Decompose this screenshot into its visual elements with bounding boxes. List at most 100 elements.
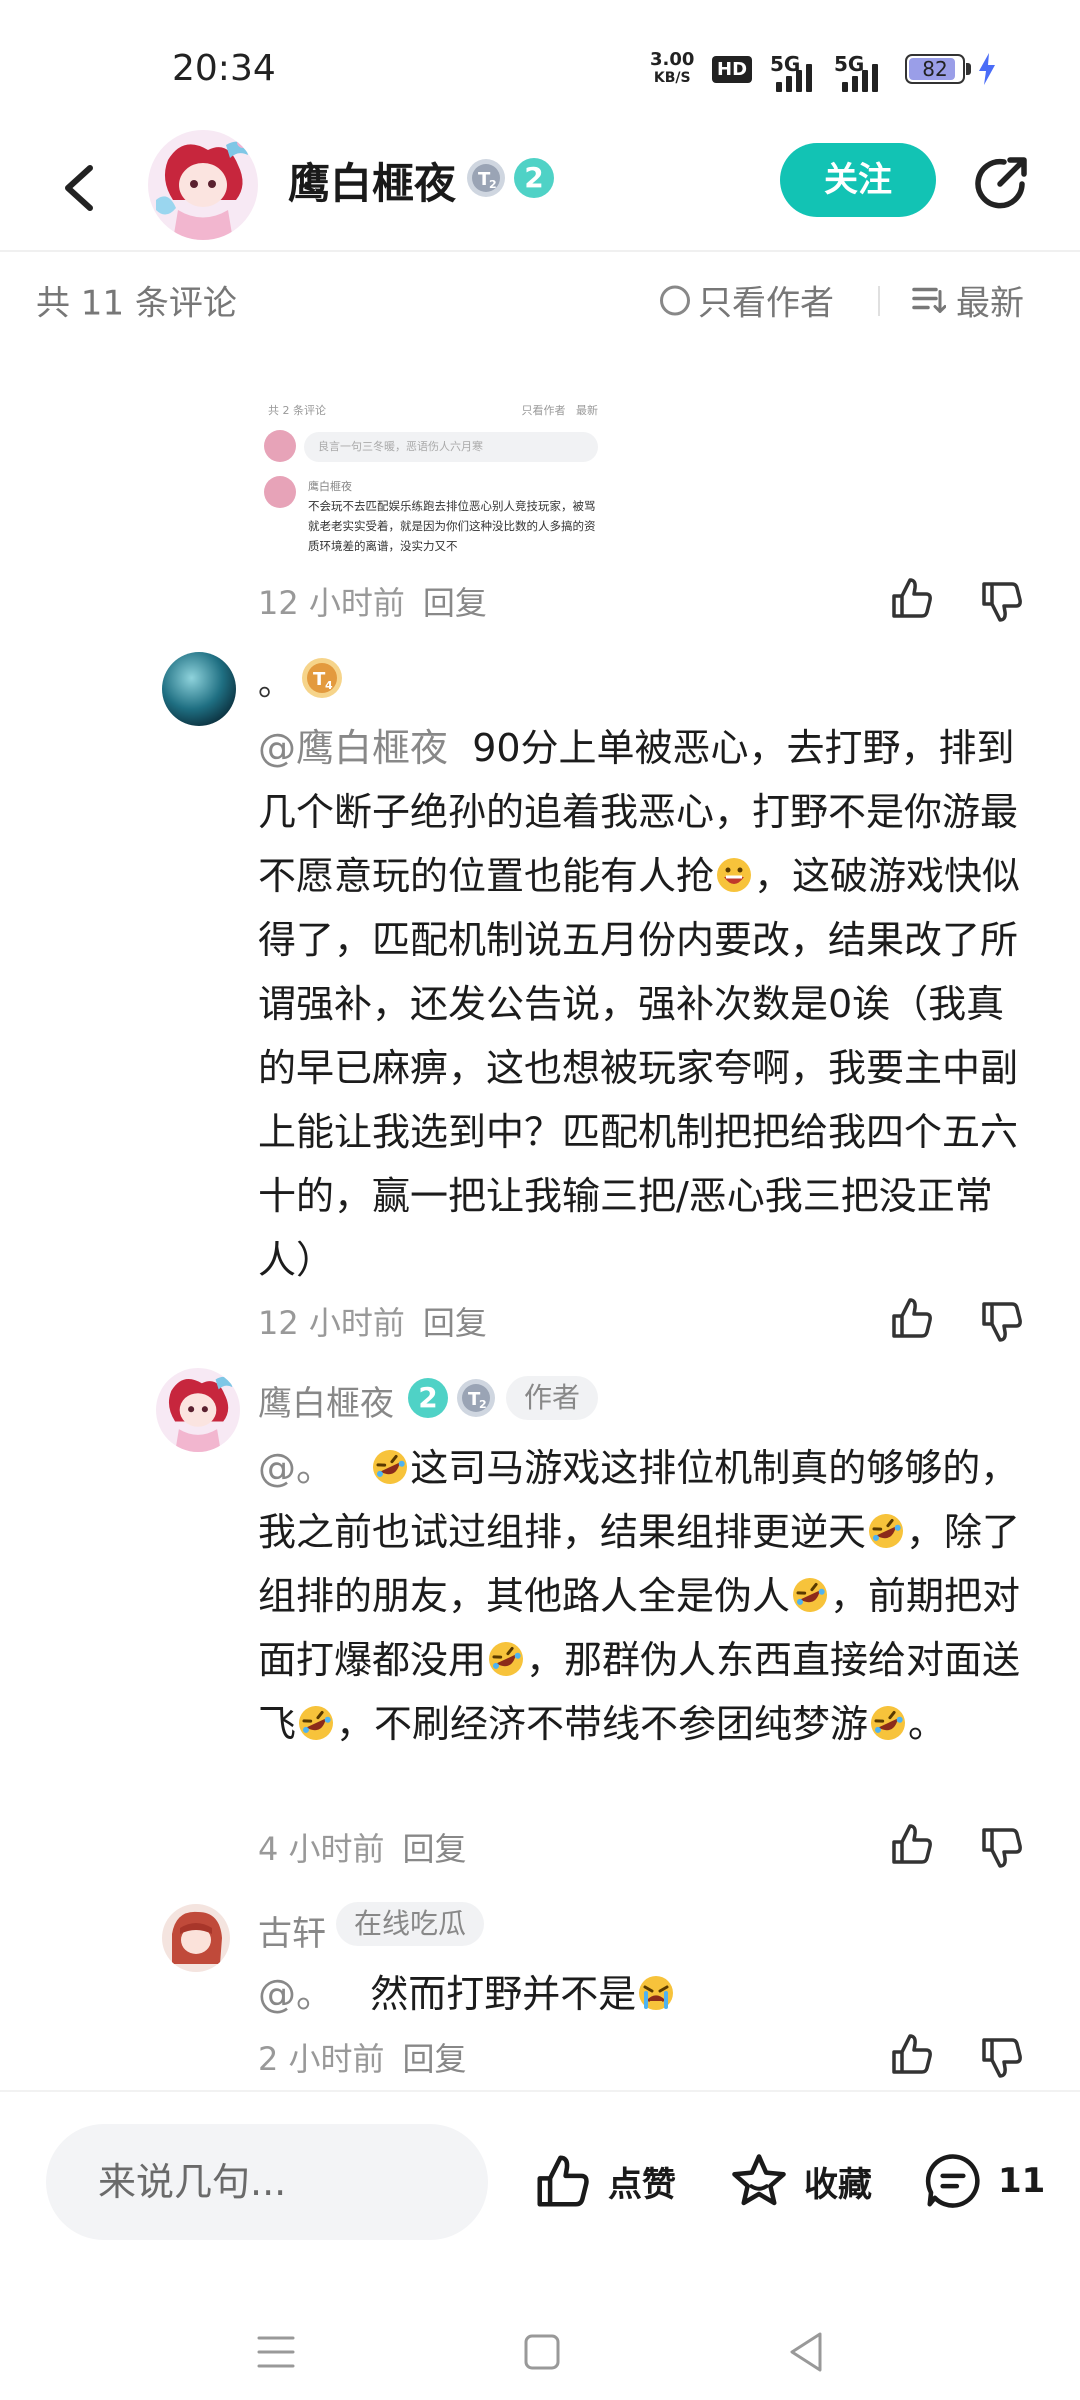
- rofl-emoji-icon: [489, 1642, 524, 1676]
- hd-icon: HD: [712, 56, 753, 83]
- reply-button[interactable]: 回复: [423, 1304, 487, 1342]
- comment-time: 12 小时前: [258, 584, 405, 622]
- comment-count: 共 11 条评论: [36, 283, 237, 324]
- thumb-up-icon[interactable]: [888, 1820, 936, 1868]
- commenter-avatar[interactable]: [162, 652, 236, 726]
- thumb-only-author: 只看作者: [521, 404, 566, 417]
- commenter-avatar[interactable]: [162, 1904, 230, 1972]
- thumb-header: 共 2 条评论 只看作者 最新: [268, 402, 598, 418]
- like-label: 点赞: [608, 2164, 676, 2205]
- comment-text-part2: ，这破游戏快似得了，匹配机制说五月份内要改，结果改了所谓强补，还发公告说，强补次…: [258, 854, 1021, 1282]
- user-tag: 在线吃瓜: [336, 1902, 485, 1946]
- only-author-toggle[interactable]: 只看作者: [660, 276, 834, 325]
- page-header: 鹰白榧夜 T 2 2 关注: [0, 130, 1080, 252]
- thumb-count: 共 2 条评论: [268, 404, 326, 417]
- mention[interactable]: @。: [258, 1972, 334, 2016]
- comment-meta: 12 小时前 回复: [258, 578, 505, 624]
- signal-icon-2: [842, 62, 878, 92]
- follow-button[interactable]: 关注: [780, 143, 936, 217]
- svg-text:2: 2: [489, 178, 497, 191]
- battery-level: 82: [922, 57, 948, 81]
- reply-button[interactable]: 回复: [423, 584, 487, 622]
- rofl-emoji-icon: [299, 1706, 334, 1740]
- thumb-down-icon[interactable]: [978, 2034, 1026, 2082]
- commenter-avatar[interactable]: [156, 1368, 240, 1452]
- crying-emoji-icon: [639, 1976, 674, 2010]
- thumb-sort: 最新: [576, 404, 598, 417]
- grin-emoji-icon: [717, 858, 752, 892]
- net-speed: 3.00 KB/S: [650, 50, 694, 88]
- level-t2-badge-icon: T 2: [457, 1379, 495, 1417]
- comment-time: 4 小时前: [258, 1830, 385, 1868]
- favorite-label: 收藏: [804, 2164, 872, 2205]
- system-nav-bar: [0, 2300, 1080, 2400]
- only-author-label: 只看作者: [698, 283, 834, 324]
- sort-label: 最新: [956, 283, 1024, 324]
- thumb-avatar-2: [264, 476, 296, 508]
- menu-icon[interactable]: [256, 2334, 296, 2370]
- charging-icon: [979, 53, 995, 85]
- comment-filter-bar: 共 11 条评论 只看作者 最新: [0, 250, 1080, 350]
- comment-meta: 2 小时前 回复: [258, 2034, 485, 2080]
- star-icon: [732, 2154, 786, 2206]
- share-icon[interactable]: [970, 150, 1034, 214]
- comment-count-badge: 11: [998, 2161, 1046, 2201]
- commenter-name: 古轩: [258, 1914, 326, 1954]
- thumb-text: 不会玩不去匹配娱乐练跑去排位恶心别人竞技玩家，被骂就老老实实受着，就是因为你们这…: [308, 499, 596, 553]
- signal-icon: [776, 62, 812, 92]
- commenter-name: 鹰白榧夜: [258, 1384, 394, 1424]
- battery-icon: 82: [905, 54, 965, 84]
- thumb-down-icon[interactable]: [978, 578, 1026, 626]
- comment-text-part5: ，不刷经济不带线不参团纯梦游: [336, 1702, 869, 1746]
- back-triangle-icon[interactable]: [786, 2330, 826, 2374]
- svg-text:2: 2: [479, 1398, 487, 1411]
- comments-button[interactable]: 11: [920, 2150, 1045, 2212]
- svg-text:4: 4: [325, 679, 333, 692]
- thumb-up-icon: [537, 2155, 589, 2207]
- sort-icon: [912, 287, 946, 313]
- thumb-input: 良言一句三冬暖，恶语伤人六月寒: [304, 432, 598, 462]
- bottom-action-bar: 来说几句... 点赞 收藏 11: [0, 2090, 1080, 2272]
- thumb-name: 鹰白榧夜: [308, 480, 352, 493]
- like-button[interactable]: 点赞: [530, 2150, 676, 2212]
- level-t2-badge-icon: T 2: [467, 159, 505, 197]
- battery-tip: [966, 63, 971, 75]
- author-avatar[interactable]: [148, 130, 258, 240]
- comment-meta: 4 小时前 回复: [258, 1824, 485, 1870]
- mention[interactable]: @鹰白榧夜: [258, 726, 448, 770]
- rofl-emoji-icon: [373, 1450, 408, 1484]
- thumb-avatar: [264, 430, 296, 462]
- back-icon[interactable]: [50, 148, 110, 228]
- comment-text: @鹰白榧夜 90分上单被恶心，去打野，排到几个断子绝孙的追着我恶心，打野不是你游…: [258, 716, 1028, 1292]
- mention[interactable]: @。: [258, 1446, 334, 1490]
- comment-text: @。 然而打野并不是: [258, 1962, 1028, 2026]
- thumb-up-icon[interactable]: [888, 1294, 936, 1342]
- comment-input[interactable]: 来说几句...: [46, 2124, 488, 2240]
- comment-icon: [925, 2154, 980, 2208]
- net-speed-unit: KB/S: [653, 70, 691, 86]
- thumb-down-icon[interactable]: [978, 1824, 1026, 1872]
- reply-button[interactable]: 回复: [403, 2040, 467, 2078]
- net-speed-value: 3.00: [650, 49, 695, 70]
- comment-image[interactable]: 共 2 条评论 只看作者 最新 良言一句三冬暖，恶语伤人六月寒 鹰白榧夜 不会玩…: [258, 392, 608, 562]
- reply-button[interactable]: 回复: [403, 1830, 467, 1868]
- favorite-button[interactable]: 收藏: [726, 2150, 872, 2212]
- home-icon[interactable]: [522, 2332, 562, 2372]
- thumb-down-icon[interactable]: [978, 1298, 1026, 1346]
- sort-button[interactable]: 最新: [912, 276, 1024, 325]
- rofl-emoji-icon: [869, 1514, 904, 1548]
- thumb-up-icon[interactable]: [888, 2030, 936, 2078]
- comment-text-part6: 。: [908, 1702, 947, 1746]
- status-bar: 20:34 3.00 KB/S HD 5G 5G 82: [0, 0, 1080, 130]
- comment-text-part1: 然而打野并不是: [370, 1972, 637, 2016]
- level-t4-badge-icon: T 4: [302, 658, 342, 698]
- thumb-up-icon[interactable]: [888, 574, 936, 622]
- status-time: 20:34: [172, 48, 276, 89]
- comment-time: 2 小时前: [258, 2040, 385, 2078]
- thumb-filters: 只看作者 最新: [522, 402, 599, 418]
- rofl-emoji-icon: [871, 1706, 906, 1740]
- rofl-emoji-icon: [793, 1578, 828, 1612]
- commenter-name: 。: [258, 664, 292, 704]
- level-2-badge-icon: 2: [408, 1378, 448, 1418]
- author-tag: 作者: [506, 1376, 599, 1420]
